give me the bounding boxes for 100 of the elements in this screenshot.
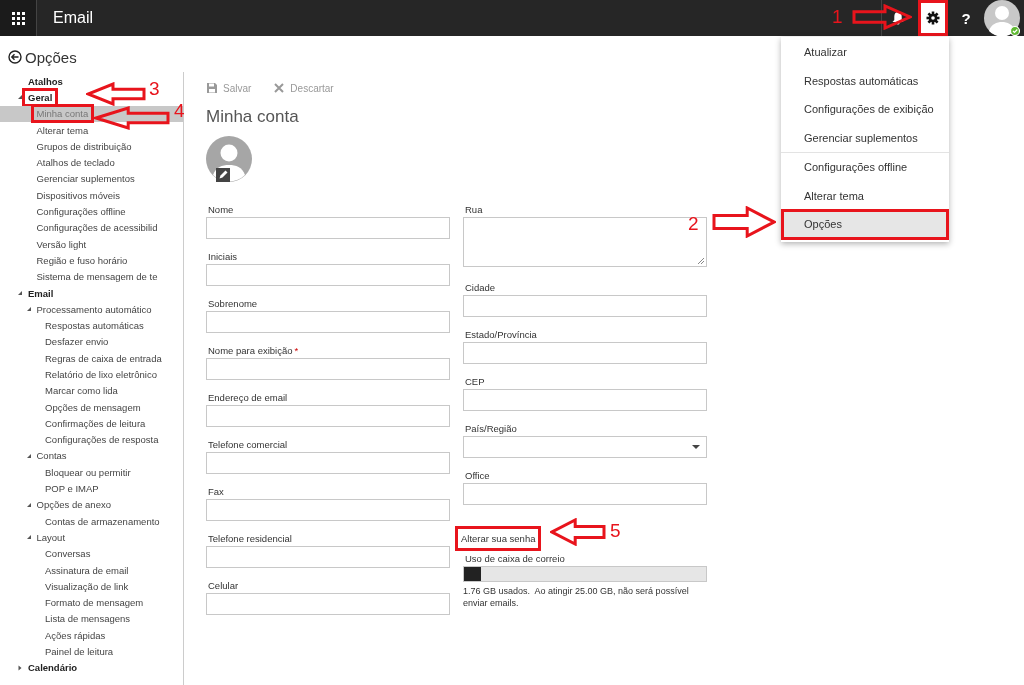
- text-field[interactable]: [206, 593, 450, 615]
- menu-item[interactable]: Opções: [782, 210, 948, 239]
- nav-item[interactable]: Contas de armazenamento: [42, 514, 163, 528]
- field-label: Iniciais: [208, 250, 238, 262]
- field-label: Office: [465, 469, 490, 481]
- nav-item[interactable]: Versão light: [33, 237, 90, 251]
- address-field[interactable]: [463, 217, 707, 267]
- close-icon: [273, 82, 286, 94]
- text-field[interactable]: [206, 311, 450, 333]
- bell-icon: [890, 11, 905, 25]
- step-number: 4: [174, 100, 185, 122]
- step-number: 2: [688, 213, 699, 235]
- nav-item[interactable]: Gerenciar suplementos: [33, 172, 138, 186]
- expanded-caret-icon[interactable]: [25, 501, 32, 508]
- menu-item[interactable]: Configurações de exibição: [782, 95, 948, 124]
- nav-item[interactable]: Configurações de resposta: [42, 433, 162, 447]
- expanded-caret-icon[interactable]: [25, 452, 32, 459]
- collapsed-caret-icon[interactable]: [17, 664, 23, 671]
- nav-item[interactable]: Contas: [33, 449, 70, 463]
- menu-item[interactable]: Configurações offline: [782, 153, 948, 182]
- text-field[interactable]: [206, 264, 450, 286]
- annotation-arrow: [550, 518, 606, 546]
- nav-item[interactable]: Processamento automático: [33, 302, 155, 316]
- nav-item[interactable]: Layout: [33, 530, 69, 544]
- expanded-caret-icon[interactable]: [17, 94, 23, 101]
- text-field[interactable]: [206, 452, 450, 474]
- settings-button[interactable]: [918, 0, 948, 36]
- nav-item[interactable]: Alterar tema: [33, 123, 92, 137]
- nav-item[interactable]: Desfazer envio: [42, 335, 112, 349]
- nav-item[interactable]: Visualização de link: [42, 579, 132, 593]
- step-number: 1: [832, 6, 843, 28]
- nav-item[interactable]: Confirmações de leitura: [42, 416, 149, 430]
- settings-icon: [926, 11, 940, 25]
- nav-item[interactable]: Ações rápidas: [42, 628, 109, 642]
- nav-item[interactable]: Região e fuso horário: [33, 253, 131, 267]
- nav-item[interactable]: Bloquear ou permitir: [42, 465, 134, 479]
- field-label: País/Região: [465, 422, 517, 434]
- nav-item[interactable]: Email: [25, 286, 57, 300]
- nav-item[interactable]: Configurações de acessibilid: [33, 221, 161, 235]
- nav-item[interactable]: Painel de leitura: [42, 645, 117, 659]
- step-number: 5: [610, 520, 621, 542]
- nav-item[interactable]: Grupos de distribuição: [33, 139, 135, 153]
- field-label: Nome: [208, 203, 234, 215]
- field-label: Endereço de email: [208, 391, 288, 403]
- nav-item[interactable]: Relatório de lixo eletrônico: [42, 368, 160, 381]
- text-field[interactable]: [463, 483, 707, 505]
- nav-item[interactable]: Calendário: [25, 661, 81, 675]
- nav-item[interactable]: Atalhos: [25, 74, 66, 88]
- nav-item[interactable]: Lista de mensagens: [42, 612, 134, 626]
- back-icon[interactable]: [8, 50, 22, 64]
- help-button[interactable]: ?: [948, 0, 984, 36]
- page-title: Minha conta: [206, 106, 299, 128]
- text-field[interactable]: [206, 405, 450, 427]
- app-launcher-button[interactable]: [0, 0, 37, 36]
- edit-photo-icon[interactable]: [216, 168, 230, 182]
- text-field[interactable]: [206, 358, 450, 380]
- field-label: Estado/Província: [465, 328, 537, 340]
- annotation-arrow: [712, 206, 776, 238]
- mailbox-usage-label: Uso de caixa de correio: [464, 553, 566, 564]
- expanded-caret-icon[interactable]: [25, 306, 32, 313]
- nav-item[interactable]: Opções de mensagem: [42, 400, 144, 414]
- nav-item[interactable]: Opções de anexo: [33, 498, 114, 512]
- text-field[interactable]: [463, 295, 707, 317]
- nav-item[interactable]: Marcar como lida: [42, 384, 121, 398]
- nav-item[interactable]: Formato de mensagem: [42, 596, 147, 610]
- nav-item[interactable]: Dispositivos móveis: [33, 188, 123, 202]
- field-label: Nome para exibição: [208, 344, 293, 356]
- text-field[interactable]: [206, 499, 450, 521]
- nav-item[interactable]: Conversas: [42, 547, 94, 561]
- menu-item[interactable]: Gerenciar suplementos: [782, 123, 948, 152]
- step-number: 3: [149, 78, 160, 100]
- caret-icon: [692, 445, 700, 449]
- nav-item[interactable]: Assinatura de email: [42, 563, 132, 577]
- field-label: Telefone comercial: [208, 438, 288, 450]
- menu-item[interactable]: Alterar tema: [782, 181, 948, 210]
- text-field[interactable]: [463, 389, 707, 411]
- nav-item[interactable]: POP e IMAP: [42, 482, 102, 496]
- field-label: Fax: [208, 485, 224, 497]
- menu-item[interactable]: Respostas automáticas: [782, 66, 948, 95]
- field-label: Celular: [208, 579, 239, 591]
- waffle-icon: [11, 11, 25, 25]
- text-field[interactable]: [463, 342, 707, 364]
- change-password-link[interactable]: Alterar sua senha: [455, 526, 542, 551]
- nav-item[interactable]: Atalhos de teclado: [33, 156, 118, 170]
- annotation-arrow: [852, 4, 912, 30]
- text-field[interactable]: [206, 546, 450, 568]
- account-avatar-icon[interactable]: [984, 0, 1020, 36]
- expanded-caret-icon[interactable]: [25, 534, 32, 541]
- nav-item[interactable]: Respostas automáticas: [42, 319, 147, 333]
- nav-item[interactable]: Geral: [25, 90, 56, 104]
- nav-item[interactable]: Sistema de mensagem de te: [33, 270, 161, 284]
- field-label: Telefone residencial: [208, 532, 292, 544]
- dropdown-field[interactable]: [463, 436, 707, 458]
- field-label: CEP: [465, 375, 485, 387]
- resize-grip-icon[interactable]: [697, 257, 705, 265]
- nav-item[interactable]: Configurações offline: [33, 205, 129, 218]
- nav-item[interactable]: Regras de caixa de entrada: [42, 351, 165, 365]
- menu-item[interactable]: Atualizar: [782, 38, 948, 67]
- expanded-caret-icon[interactable]: [17, 290, 23, 296]
- text-field[interactable]: [206, 217, 450, 239]
